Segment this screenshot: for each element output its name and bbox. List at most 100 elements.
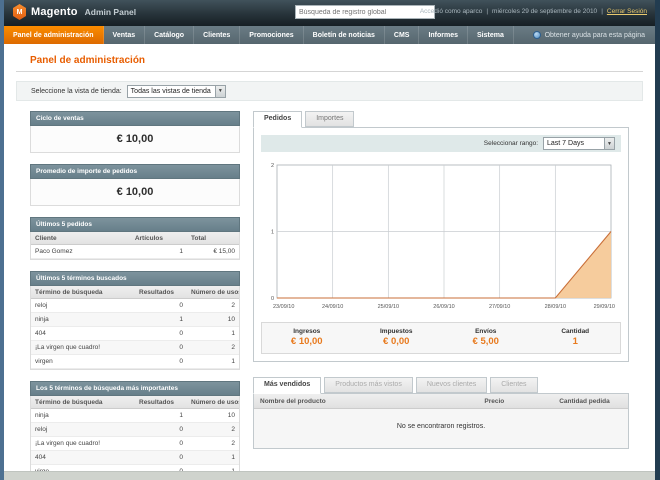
magento-logo: M Magento Admin Panel bbox=[13, 4, 136, 20]
table-row[interactable]: ¡La virgen que cuadro! 0 2 bbox=[31, 340, 239, 355]
nav-item-dashboard[interactable]: Panel de administración bbox=[4, 26, 104, 44]
store-view-label: Seleccione la vista de tienda: bbox=[31, 87, 122, 95]
get-help-link[interactable]: Obtener ayuda para esta página bbox=[532, 26, 655, 44]
nav-item-reports[interactable]: Informes bbox=[419, 26, 469, 44]
search-results: 0 bbox=[135, 422, 187, 437]
store-view-select[interactable]: Todas las vistas de tienda ▼ bbox=[126, 84, 226, 98]
video-frame-bottom bbox=[4, 471, 655, 480]
col-items: Artículos bbox=[130, 232, 187, 245]
table-row[interactable]: virgen 0 1 bbox=[31, 354, 239, 369]
products-panel: Nombre del producto Precio Cantidad pedi… bbox=[253, 393, 629, 449]
search-results: 0 bbox=[135, 340, 187, 355]
stat-shipping: Envíos € 5,00 bbox=[441, 328, 531, 347]
stat-quantity: Cantidad 1 bbox=[531, 328, 621, 347]
empty-table-message: No se encontraron registros. bbox=[254, 409, 628, 448]
search-uses: 10 bbox=[187, 408, 239, 423]
stat-label: Envíos bbox=[475, 328, 497, 335]
logo-text: Magento bbox=[31, 6, 78, 18]
svg-text:28/09/10: 28/09/10 bbox=[545, 304, 566, 310]
search-uses: 2 bbox=[187, 422, 239, 437]
top-search-terms-box: Los 5 términos de búsqueda más important… bbox=[30, 381, 240, 471]
orders-chart: 0 1 2 23/09/10 24/09/10 25/09/10 26/09/10 27/09… bbox=[261, 159, 621, 311]
main-navigation: Panel de administración Ventas Catálogo … bbox=[4, 26, 655, 44]
tab-bestsellers[interactable]: Más vendidos bbox=[253, 377, 322, 394]
search-results: 0 bbox=[135, 354, 187, 369]
nav-item-promotions[interactable]: Promociones bbox=[240, 26, 304, 44]
col-term: Término de búsqueda bbox=[31, 396, 135, 409]
title-divider bbox=[16, 71, 643, 72]
stat-label: Impuestos bbox=[379, 328, 413, 335]
svg-text:24/09/10: 24/09/10 bbox=[322, 304, 343, 310]
search-term: reloj bbox=[31, 298, 135, 313]
col-total: Total bbox=[186, 232, 239, 245]
search-results: 0 bbox=[135, 436, 187, 451]
help-label: Obtener ayuda para esta página bbox=[544, 31, 645, 39]
lifetime-sales-box: Ciclo de ventas € 10,00 bbox=[30, 111, 240, 153]
separator: | bbox=[601, 8, 603, 15]
store-view-bar: Seleccione la vista de tienda: Todas las… bbox=[16, 81, 643, 101]
last-search-terms-box: Últimos 5 términos buscados Término de b… bbox=[30, 271, 240, 370]
search-term: virgen bbox=[31, 354, 135, 369]
average-orders-value: € 10,00 bbox=[116, 186, 154, 198]
search-uses: 1 bbox=[187, 464, 239, 471]
dropdown-arrow-icon: ▼ bbox=[214, 85, 225, 97]
logout-link[interactable]: Cerrar Sesión bbox=[607, 8, 647, 15]
order-total: € 15,00 bbox=[186, 244, 239, 259]
table-row[interactable]: ninja 1 10 bbox=[31, 408, 239, 423]
nav-item-sales[interactable]: Ventas bbox=[104, 26, 146, 44]
range-label: Seleccionar rango: bbox=[483, 140, 538, 147]
totals-bar: Ingresos € 10,00 Impuestos € 0,00 Envíos… bbox=[261, 322, 621, 354]
col-results: Resultados bbox=[135, 396, 187, 409]
range-bar: Seleccionar rango: Last 7 Days ▼ bbox=[261, 135, 621, 152]
order-items: 1 bbox=[130, 244, 187, 259]
header-session-info: Accedió como aparco | miércoles 29 de se… bbox=[420, 8, 647, 15]
table-row[interactable]: virge 0 1 bbox=[31, 464, 239, 471]
nav-item-system[interactable]: Sistema bbox=[468, 26, 514, 44]
stat-value: 1 bbox=[572, 336, 578, 347]
tab-customers[interactable]: Clientes bbox=[490, 377, 538, 393]
nav-item-customers[interactable]: Clientes bbox=[194, 26, 241, 44]
tab-new-customers[interactable]: Nuevos clientes bbox=[415, 377, 488, 393]
tab-orders[interactable]: Pedidos bbox=[253, 111, 303, 128]
table-row[interactable]: Paco Gomez 1 € 15,00 bbox=[31, 244, 239, 259]
header-bar: M Magento Admin Panel Accedió como aparc… bbox=[4, 0, 655, 26]
table-row[interactable]: 404 0 1 bbox=[31, 326, 239, 341]
table-row[interactable]: ¡La virgen que cuadro! 0 2 bbox=[31, 436, 239, 451]
last-orders-box: Últimos 5 pedidos Cliente Artículos Tota… bbox=[30, 217, 240, 260]
table-row[interactable]: ninja 1 10 bbox=[31, 312, 239, 327]
svg-text:23/09/10: 23/09/10 bbox=[273, 304, 294, 310]
lifetime-sales-title: Ciclo de ventas bbox=[30, 111, 240, 126]
tab-most-viewed[interactable]: Productos más vistos bbox=[324, 377, 413, 393]
stat-label: Cantidad bbox=[561, 328, 590, 335]
magento-logo-icon: M bbox=[13, 4, 26, 20]
table-row[interactable]: 404 0 1 bbox=[31, 450, 239, 465]
search-uses: 2 bbox=[187, 298, 239, 313]
tab-amounts[interactable]: Importes bbox=[305, 111, 355, 127]
page-title: Panel de administración bbox=[30, 55, 146, 66]
stat-value: € 5,00 bbox=[472, 336, 499, 347]
stat-tax: Impuestos € 0,00 bbox=[352, 328, 442, 347]
col-qty-ordered: Cantidad pedida bbox=[553, 394, 628, 409]
col-customer: Cliente bbox=[31, 232, 131, 245]
table-row[interactable]: reloj 0 2 bbox=[31, 298, 239, 313]
nav-item-newsletter[interactable]: Boletín de noticias bbox=[304, 26, 385, 44]
search-uses: 2 bbox=[187, 436, 239, 451]
range-select[interactable]: Last 7 Days ▼ bbox=[543, 137, 615, 150]
search-term: ninja bbox=[31, 408, 135, 423]
table-row[interactable]: reloj 0 2 bbox=[31, 422, 239, 437]
search-term: ninja bbox=[31, 312, 135, 327]
svg-text:29/09/10: 29/09/10 bbox=[594, 304, 615, 310]
search-results: 0 bbox=[135, 450, 187, 465]
nav-item-cms[interactable]: CMS bbox=[385, 26, 420, 44]
average-orders-box: Promedio de importe de pedidos € 10,00 bbox=[30, 164, 240, 206]
nav-item-catalog[interactable]: Catálogo bbox=[145, 26, 195, 44]
search-results: 1 bbox=[135, 408, 187, 423]
global-search-input[interactable] bbox=[295, 5, 435, 19]
dropdown-arrow-icon: ▼ bbox=[604, 138, 614, 149]
store-view-value: Todas las vistas de tienda bbox=[130, 87, 211, 95]
col-results: Resultados bbox=[135, 286, 187, 299]
products-tabs: Más vendidos Productos más vistos Nuevos… bbox=[253, 377, 629, 394]
search-uses: 1 bbox=[187, 354, 239, 369]
search-term: ¡La virgen que cuadro! bbox=[31, 340, 135, 355]
col-uses: Número de usos bbox=[187, 286, 239, 299]
